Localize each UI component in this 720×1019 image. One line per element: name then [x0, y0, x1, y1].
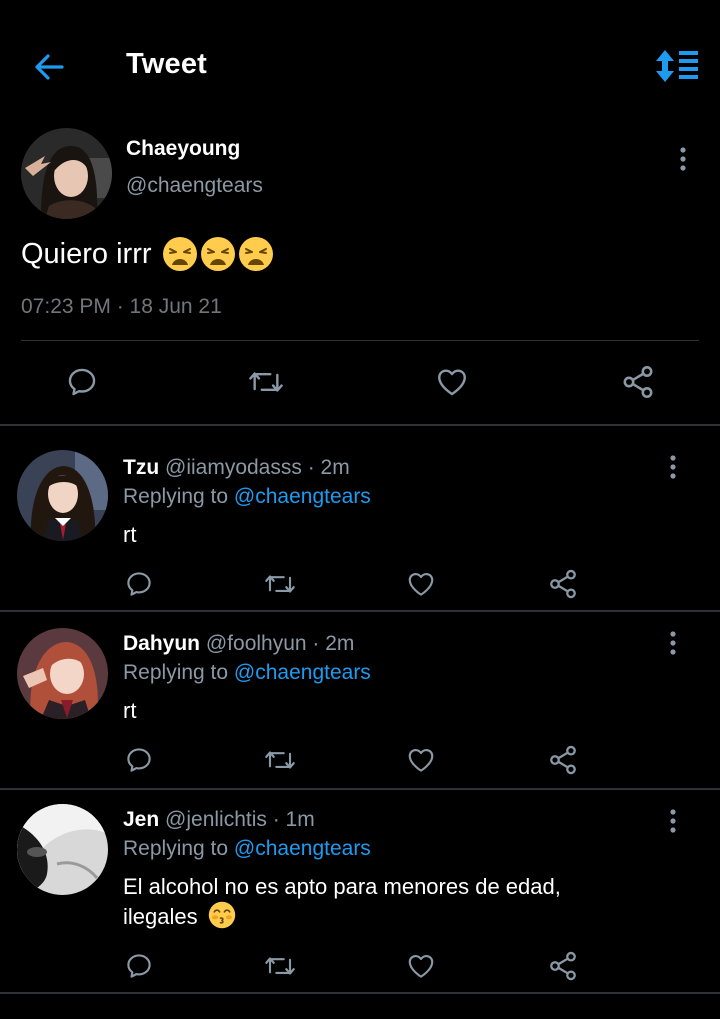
replying-prefix: Replying to [123, 661, 229, 684]
arrow-left-icon [35, 54, 64, 80]
reply-button[interactable] [121, 566, 157, 602]
replying-prefix: Replying to [123, 837, 229, 860]
reply-button[interactable] [121, 742, 157, 778]
reply-header: Tzu @iiamyodasss · 2m [123, 456, 350, 480]
reply-item[interactable]: Tzu @iiamyodasss · 2m Replying to @chaen… [0, 426, 720, 610]
like-button[interactable] [403, 948, 439, 984]
author-meta: @iiamyodasss · 2m [165, 456, 350, 479]
author-meta: @foolhyun · 2m [205, 632, 355, 655]
more-vertical-icon [670, 809, 676, 833]
reply-item[interactable]: Jen @jenlichtis · 1m Replying to @chaeng… [0, 790, 720, 992]
page-title: Tweet [126, 48, 208, 80]
emoji-group [162, 236, 274, 272]
author-name[interactable]: Dahyun [123, 632, 200, 655]
reply-item[interactable]: Dahyun @foolhyun · 2m Replying to @chaen… [0, 612, 720, 788]
like-icon [408, 572, 434, 596]
avatar[interactable] [21, 128, 112, 219]
retweet-button[interactable] [262, 742, 298, 778]
divider [0, 992, 720, 994]
more-options-button[interactable] [668, 142, 698, 176]
retweet-icon [265, 751, 295, 769]
retweet-icon [265, 957, 295, 975]
avatar[interactable] [17, 450, 108, 541]
sort-order-button[interactable] [650, 44, 706, 88]
reply-icon [127, 748, 151, 772]
share-icon [550, 745, 576, 775]
reply-icon [68, 368, 96, 396]
author-name[interactable]: Tzu [123, 456, 159, 479]
more-options-button[interactable] [658, 804, 688, 838]
more-vertical-icon [680, 147, 686, 171]
reply-text: rt [123, 698, 137, 723]
reply-text: rt [123, 522, 137, 547]
back-button[interactable] [28, 46, 70, 88]
reply-header: Dahyun @foolhyun · 2m [123, 632, 354, 656]
more-vertical-icon [670, 631, 676, 655]
like-icon [408, 954, 434, 978]
weary-face-emoji-icon [200, 237, 235, 271]
tweet-timestamp: 07:23 PM · 18 Jun 21 [21, 295, 222, 318]
avatar[interactable] [17, 804, 108, 895]
replying-prefix: Replying to [123, 485, 229, 508]
weary-face-emoji-icon [162, 237, 197, 271]
weary-face-emoji-icon [238, 237, 273, 271]
mention-link[interactable]: @chaengtears [234, 837, 371, 860]
reply-button[interactable] [121, 948, 157, 984]
like-button[interactable] [432, 362, 472, 402]
share-icon [550, 951, 576, 981]
reply-button[interactable] [62, 362, 102, 402]
like-button[interactable] [403, 742, 439, 778]
top-app-bar: Tweet [0, 0, 720, 130]
author-name[interactable]: Jen [123, 808, 159, 831]
tweet-text-content: Quiero irrr [21, 237, 152, 270]
retweet-button[interactable] [262, 566, 298, 602]
like-icon [408, 748, 434, 772]
share-icon [623, 366, 653, 398]
share-icon [550, 569, 576, 599]
replying-to: Replying to @chaengtears [123, 661, 371, 685]
more-options-button[interactable] [658, 626, 688, 660]
share-button[interactable] [545, 948, 581, 984]
kissing-face-emoji-icon [208, 901, 236, 929]
share-button[interactable] [545, 566, 581, 602]
more-options-button[interactable] [658, 450, 688, 484]
author-meta: @jenlichtis · 1m [165, 808, 315, 831]
mention-link[interactable]: @chaengtears [234, 661, 371, 684]
share-button[interactable] [618, 362, 658, 402]
share-button[interactable] [545, 742, 581, 778]
sort-order-icon [656, 50, 698, 82]
reply-text: El alcohol no es apto para menores de ed… [123, 872, 623, 931]
author-name[interactable]: Chaeyoung [126, 137, 240, 161]
retweet-button[interactable] [246, 362, 286, 402]
replying-to: Replying to @chaengtears [123, 837, 371, 861]
tweet-text: Quiero irrr [21, 236, 274, 272]
mention-link[interactable]: @chaengtears [234, 485, 371, 508]
like-button[interactable] [403, 566, 439, 602]
avatar[interactable] [17, 628, 108, 719]
retweet-icon [249, 372, 283, 392]
author-handle[interactable]: @chaengtears [126, 174, 263, 198]
more-vertical-icon [670, 455, 676, 479]
reply-text-content: El alcohol no es apto para menores de ed… [123, 874, 561, 929]
divider [21, 340, 699, 341]
tweet-detail-screen: Tweet Chaeyoung @chaengtears Quiero irrr… [0, 0, 720, 1019]
like-icon [438, 369, 466, 396]
reply-header: Jen @jenlichtis · 1m [123, 808, 315, 832]
replying-to: Replying to @chaengtears [123, 485, 371, 509]
reply-icon [127, 572, 151, 596]
retweet-icon [265, 575, 295, 593]
retweet-button[interactable] [262, 948, 298, 984]
reply-icon [127, 954, 151, 978]
